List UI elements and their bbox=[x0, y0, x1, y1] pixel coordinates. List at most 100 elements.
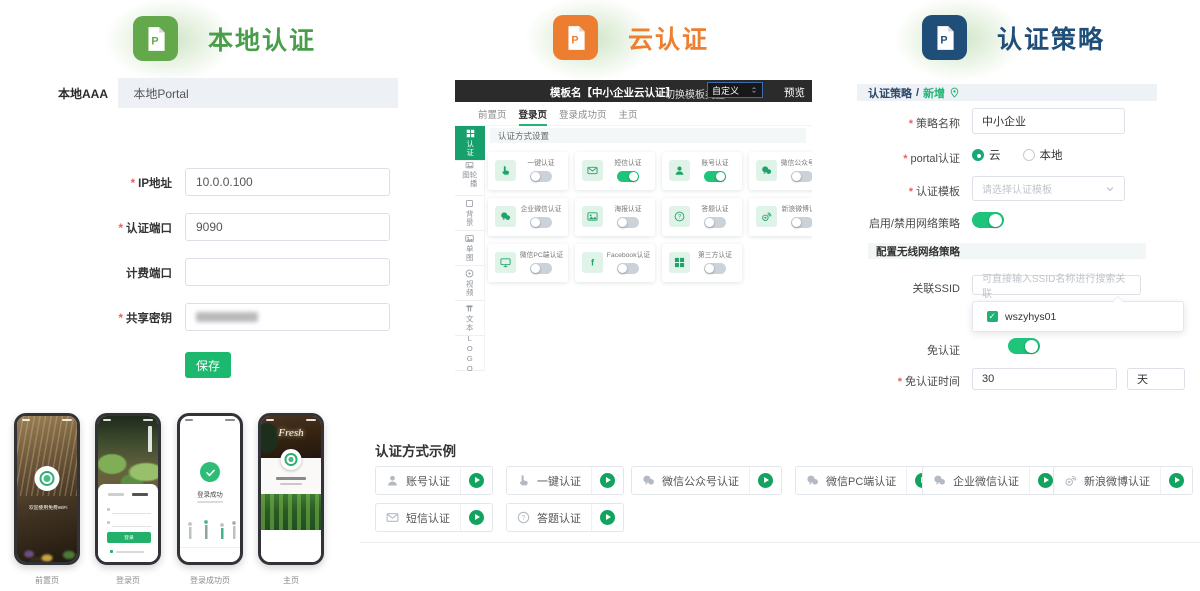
wecom-toggle[interactable] bbox=[530, 217, 552, 228]
facebook-toggle[interactable] bbox=[617, 263, 639, 274]
ip-address-label: *IP地址 bbox=[48, 175, 172, 191]
radio-local[interactable] bbox=[1023, 149, 1035, 161]
tab-local-portal[interactable]: 本地Portal bbox=[118, 78, 204, 108]
wecom-icon bbox=[933, 474, 946, 487]
time-unit-select[interactable]: 天 bbox=[1127, 368, 1185, 390]
wechat-mp-toggle[interactable] bbox=[791, 171, 812, 182]
sidebar-item-carousel[interactable]: 轮播图 bbox=[455, 161, 485, 196]
brand-logo bbox=[35, 466, 60, 491]
policy-name-input[interactable]: 中小企业 bbox=[972, 108, 1125, 134]
play-icon[interactable] bbox=[469, 510, 484, 525]
example-wecom-auth[interactable]: 企业微信认证 bbox=[922, 466, 1062, 495]
template-header-bar: 模板名【中小企业云认证】 切换模板类型: 自定义 预览 bbox=[455, 80, 812, 102]
account-toggle[interactable] bbox=[704, 171, 726, 182]
login-card: 登录 bbox=[98, 484, 158, 562]
shared-key-input[interactable] bbox=[185, 303, 390, 331]
sidebar-item-text[interactable]: 文本 bbox=[455, 301, 485, 336]
tab-pre-page[interactable]: 前置页 bbox=[478, 102, 507, 126]
cloud-document-icon: P bbox=[553, 15, 598, 60]
grid-icon bbox=[466, 129, 475, 138]
preview-button[interactable]: 预览 bbox=[784, 85, 805, 100]
free-auth-toggle[interactable] bbox=[1008, 338, 1040, 354]
chevron-down-icon bbox=[1105, 184, 1115, 194]
ssid-checkbox[interactable] bbox=[987, 311, 998, 322]
ip-address-input[interactable]: 10.0.0.100 bbox=[185, 168, 390, 196]
play-icon[interactable] bbox=[600, 473, 615, 488]
example-quiz-auth[interactable]: 答题认证 bbox=[506, 503, 624, 532]
breadcrumb: 认证策略 / 新增 bbox=[857, 84, 1157, 101]
ssid-search-input[interactable]: 可直接输入SSID名称进行搜索关联 bbox=[972, 275, 1141, 295]
svg-text:P: P bbox=[571, 34, 578, 46]
svg-text:P: P bbox=[151, 35, 158, 47]
free-auth-time-input[interactable]: 30 bbox=[972, 368, 1117, 390]
play-icon[interactable] bbox=[1038, 473, 1053, 488]
tab-login-page[interactable]: 登录页 bbox=[519, 102, 548, 126]
svg-text:P: P bbox=[940, 34, 947, 46]
third-party-toggle[interactable] bbox=[704, 263, 726, 274]
ssid-option[interactable]: wszyhys01 bbox=[1005, 311, 1056, 323]
image-icon bbox=[582, 206, 603, 227]
free-auth-time-label: *免认证时间 bbox=[855, 373, 960, 389]
example-account-auth[interactable]: 账号认证 bbox=[375, 466, 493, 495]
auth-card-wechat-pc: 微信PC端认证 bbox=[488, 244, 568, 282]
auth-port-input[interactable]: 9090 bbox=[185, 213, 390, 241]
sidebar-item-auth[interactable]: 认证 bbox=[455, 126, 485, 161]
auth-template-select[interactable]: 请选择认证模板 bbox=[972, 176, 1125, 201]
example-wechat-pc-auth[interactable]: 微信PC端认证 bbox=[795, 466, 939, 495]
login-button: 登录 bbox=[107, 532, 151, 543]
play-icon[interactable] bbox=[758, 473, 773, 488]
user-icon bbox=[386, 474, 399, 487]
wechat-pc-toggle[interactable] bbox=[530, 263, 552, 274]
status-bar bbox=[185, 419, 193, 421]
tab-home-page[interactable]: 主页 bbox=[619, 102, 638, 126]
example-one-key-auth[interactable]: 一键认证 bbox=[506, 466, 624, 495]
brand-name: Fresh bbox=[261, 427, 321, 439]
facebook-icon bbox=[582, 252, 603, 273]
play-icon[interactable] bbox=[469, 473, 484, 488]
welcome-line bbox=[276, 477, 306, 480]
save-button[interactable]: 保存 bbox=[185, 352, 231, 378]
required-asterisk: * bbox=[119, 313, 123, 325]
template-type-select[interactable]: 自定义 bbox=[707, 82, 763, 98]
quiz-toggle[interactable] bbox=[704, 217, 726, 228]
breadcrumb-root[interactable]: 认证策略 bbox=[868, 85, 912, 101]
form-row-acct-port: 计费端口 bbox=[48, 258, 398, 286]
local-auth-title: 本地认证 bbox=[208, 21, 316, 57]
sidebar-item-video[interactable]: 视频 bbox=[455, 266, 485, 301]
single-image-icon bbox=[465, 234, 474, 243]
sidebar-item-background[interactable]: 背景 bbox=[455, 196, 485, 231]
background-icon bbox=[465, 199, 474, 208]
one-key-toggle[interactable] bbox=[530, 171, 552, 182]
caption-pre-page: 前置页 bbox=[14, 575, 80, 586]
password-field bbox=[112, 526, 151, 527]
cloud-auth-title: 云认证 bbox=[628, 20, 709, 56]
location-icon bbox=[949, 87, 960, 98]
sidebar-item-single-image[interactable]: 单图 bbox=[455, 231, 485, 266]
time-line bbox=[280, 483, 302, 485]
phone-login-success-page: 登录成功 bbox=[177, 413, 243, 565]
accounting-port-input[interactable] bbox=[185, 258, 390, 286]
tab-local-aaa[interactable]: 本地AAA bbox=[48, 78, 118, 108]
network-policy-toggle[interactable] bbox=[972, 212, 1004, 228]
radio-cloud[interactable] bbox=[972, 149, 984, 161]
play-icon[interactable] bbox=[600, 510, 615, 525]
example-wechat-mp-auth[interactable]: 微信公众号认证 bbox=[631, 466, 782, 495]
shoppers-illustration bbox=[180, 512, 240, 554]
weibo-toggle[interactable] bbox=[791, 217, 812, 228]
success-check-icon bbox=[200, 462, 220, 482]
example-sms-auth[interactable]: 短信认证 bbox=[375, 503, 493, 532]
sidebar-item-logo[interactable]: LOGO bbox=[455, 336, 485, 371]
local-auth-header: P 本地认证 bbox=[133, 16, 316, 61]
status-bar bbox=[266, 419, 274, 421]
tab-login-success-page[interactable]: 登录成功页 bbox=[559, 102, 607, 126]
carousel-icon bbox=[465, 161, 474, 169]
play-icon[interactable] bbox=[1169, 473, 1184, 488]
policy-header: P 认证策略 bbox=[922, 15, 1105, 60]
auth-card-wechat-mp: 微信公众号认证 bbox=[749, 152, 812, 190]
example-weibo-auth[interactable]: 新浪微博认证 bbox=[1053, 466, 1193, 495]
monitor-icon bbox=[495, 252, 516, 273]
poster-toggle[interactable] bbox=[617, 217, 639, 228]
cloud-tabbar: 前置页 登录页 登录成功页 主页 bbox=[455, 102, 812, 126]
sms-toggle[interactable] bbox=[617, 171, 639, 182]
status-bar bbox=[103, 419, 111, 421]
